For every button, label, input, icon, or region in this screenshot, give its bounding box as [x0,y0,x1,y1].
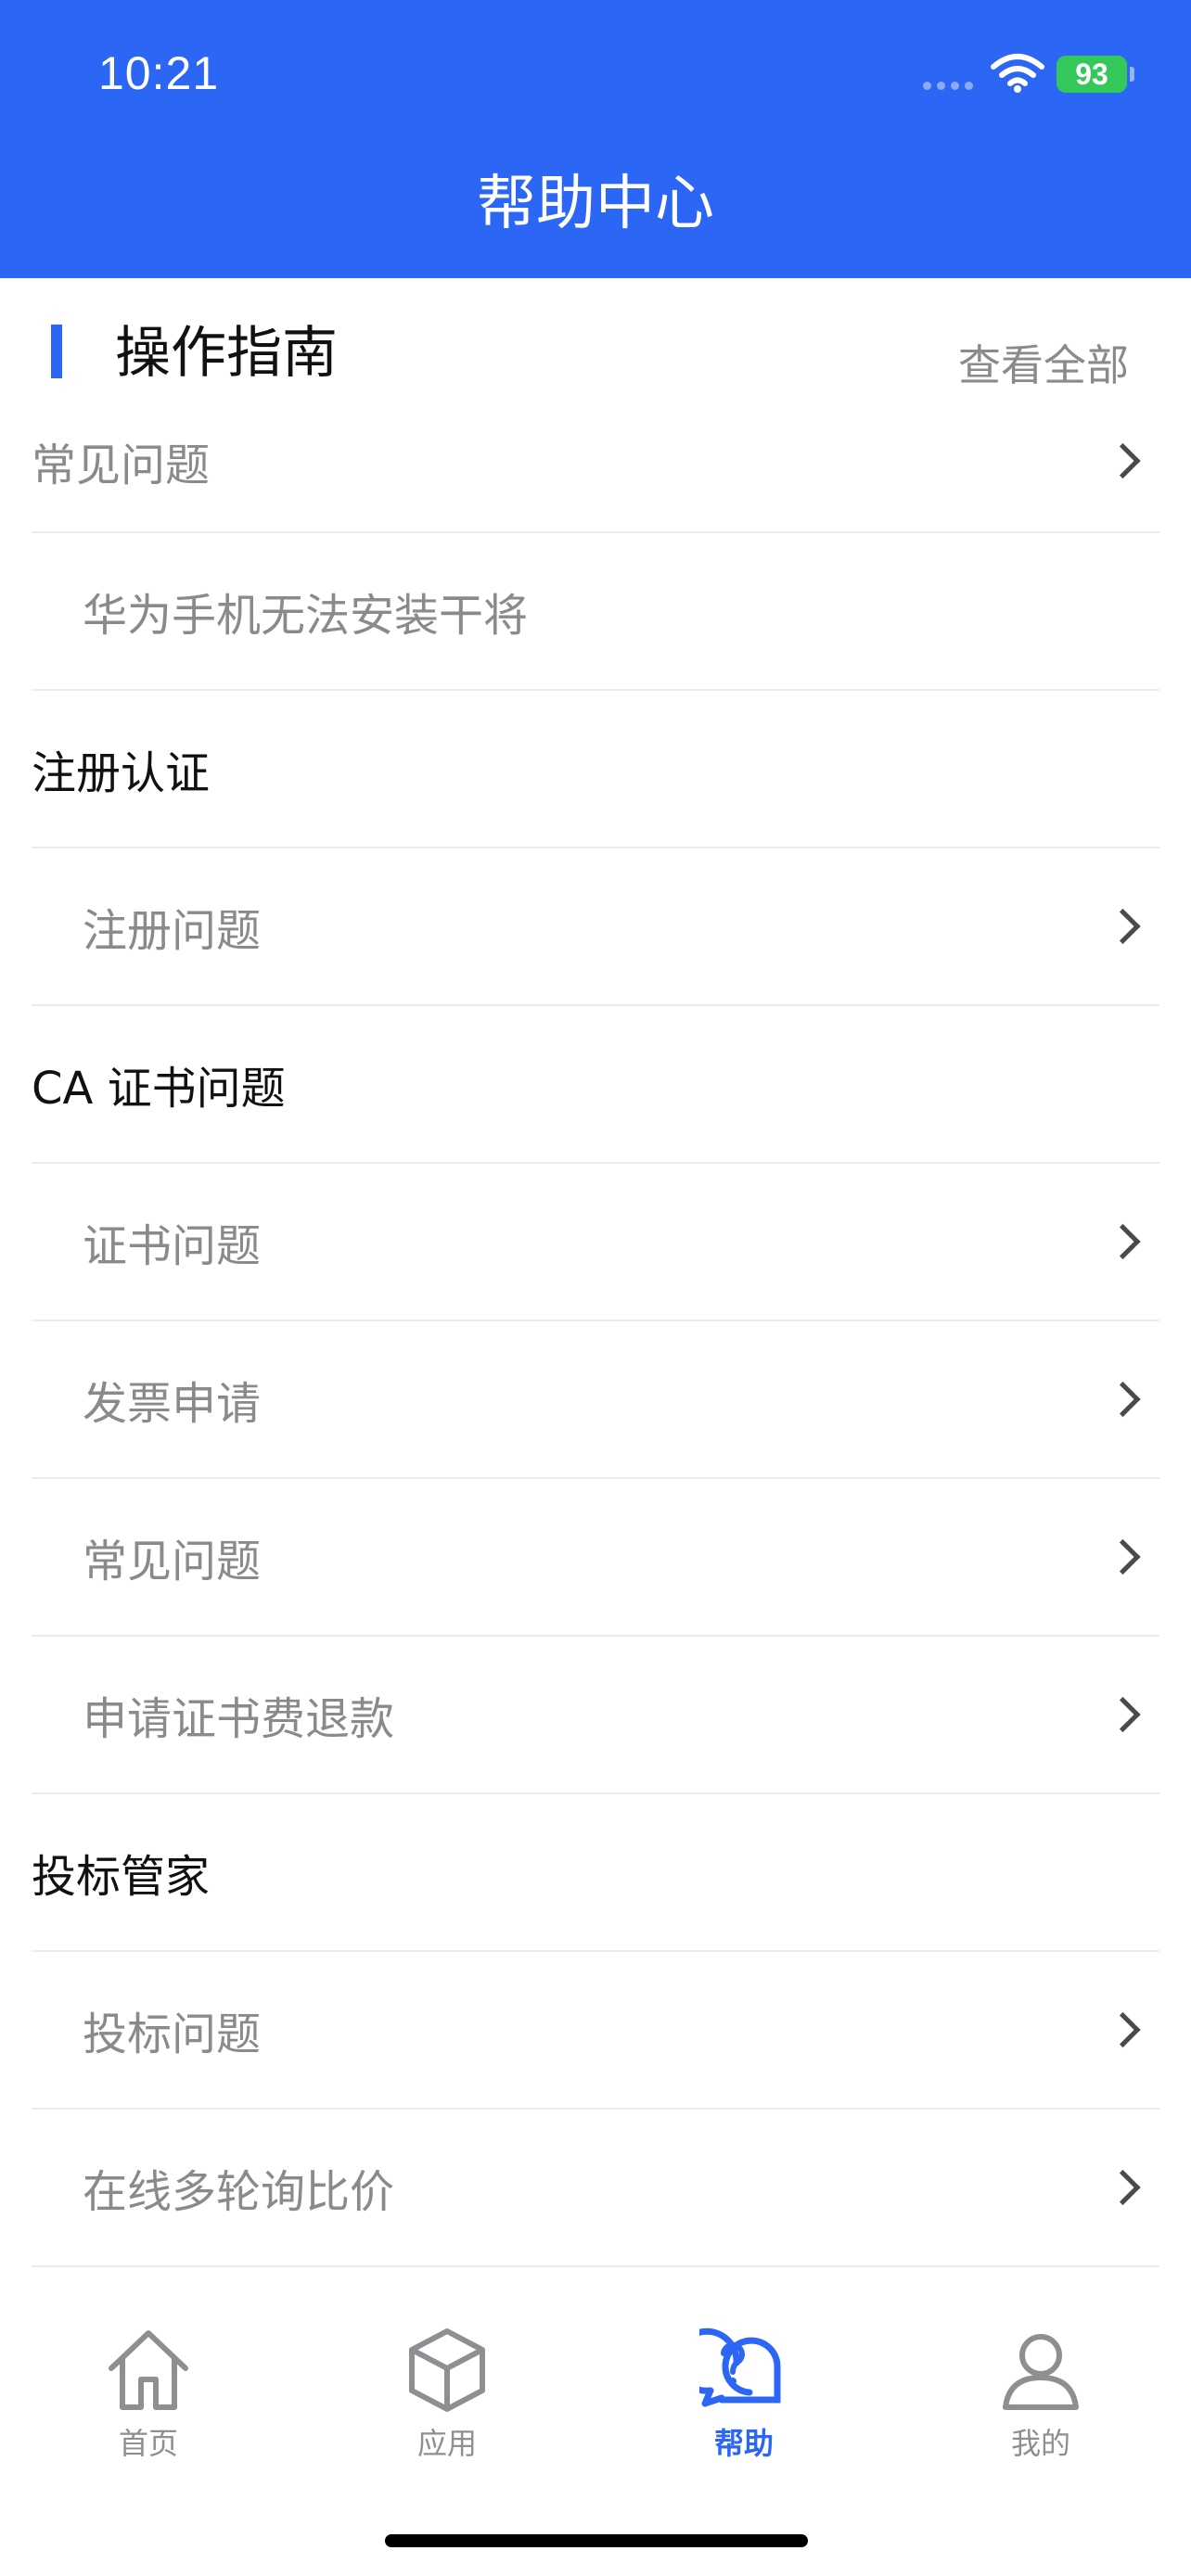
list-item[interactable]: 常见问题 [32,389,1159,533]
tab-help-label: 帮助 [713,2426,774,2461]
chevron-right-icon [1105,1381,1141,1418]
category-header: CA 证书问题 [32,1006,1159,1164]
list-item-label: 申请证书费退款 [83,1693,395,1745]
section-accent-bar [51,325,62,378]
category-label: 投标管家 [32,1851,211,1903]
list-item-label: 常见问题 [32,439,211,491]
tab-bar: 首页 应用 帮助 我的 [0,2279,1191,2576]
tab-profile[interactable]: 我的 [939,2326,1143,2463]
list-item[interactable]: 在线多轮询比价 [32,2110,1159,2267]
battery-tip [1130,67,1134,82]
wifi-icon [991,54,1044,93]
header: 10:21 93 帮助中心 [0,0,1191,278]
chevron-right-icon [1105,2169,1141,2206]
guide-list: 常见问题 华为手机无法安装干将 注册认证 注册问题 CA 证书问题 证书问题 发… [32,389,1159,2267]
tab-home-label: 首页 [118,2426,178,2461]
cube-icon [409,2328,485,2412]
list-item[interactable]: 申请证书费退款 [32,1637,1159,1794]
list-item-label: 注册问题 [83,905,262,957]
chevron-right-icon [1105,908,1141,945]
tab-help[interactable]: 帮助 [642,2326,846,2463]
list-item-label: 证书问题 [83,1220,262,1272]
home-icon [109,2330,188,2410]
status-time: 10:21 [98,47,220,99]
category-header: 投标管家 [32,1794,1159,1952]
category-header: 注册认证 [32,691,1159,848]
chevron-right-icon [1105,442,1141,478]
list-item[interactable]: 华为手机无法安装干将 [32,533,1159,691]
tab-apps-label: 应用 [416,2426,477,2461]
category-label: 注册认证 [32,747,211,799]
list-item[interactable]: 投标问题 [32,1952,1159,2110]
view-all-link[interactable]: 查看全部 [958,332,1129,393]
list-item-label: 发票申请 [83,1378,262,1430]
chevron-right-icon [1105,1223,1141,1260]
category-label: CA 证书问题 [32,1063,286,1115]
list-item[interactable]: 发票申请 [32,1321,1159,1479]
list-item[interactable]: 常见问题 [32,1479,1159,1637]
list-item[interactable]: 注册问题 [32,848,1159,1006]
chevron-right-icon [1105,1696,1141,1733]
list-item-label: 华为手机无法安装干将 [83,590,529,642]
person-icon [1003,2334,1079,2410]
list-item-label: 在线多轮询比价 [83,2166,395,2218]
section-title: 操作指南 [115,321,338,386]
list-item[interactable]: 证书问题 [32,1164,1159,1321]
chevron-right-icon [1105,2011,1141,2048]
list-item-label: 常见问题 [83,1536,262,1588]
tab-home[interactable]: 首页 [46,2326,250,2463]
home-indicator [385,2534,808,2547]
battery-level: 93 [1075,57,1108,91]
battery-icon: 93 [1057,56,1127,93]
chevron-right-icon [1105,1538,1141,1575]
list-item-label: 投标问题 [83,2009,262,2060]
help-chat-icon [699,2327,781,2407]
cellular-signal-icon [923,82,975,90]
tab-profile-label: 我的 [1010,2426,1070,2461]
page-title: 帮助中心 [477,170,714,238]
tab-apps[interactable]: 应用 [345,2326,549,2463]
